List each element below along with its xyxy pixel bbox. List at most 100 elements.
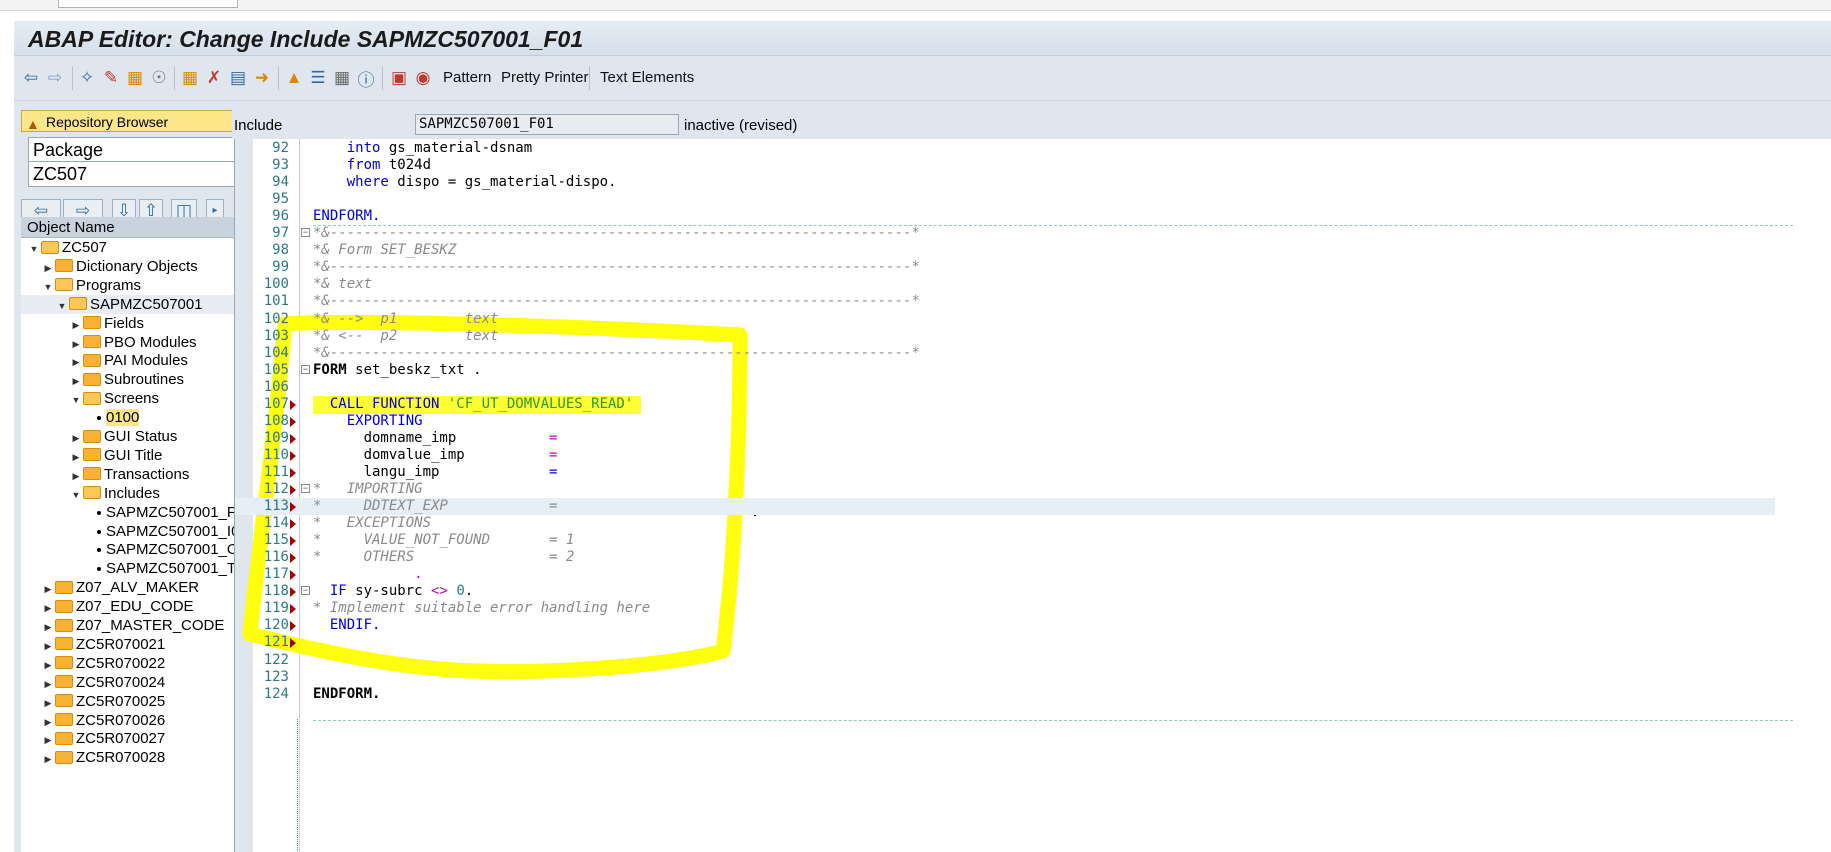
code-line[interactable]: 100 *& text xyxy=(235,276,1775,293)
structure-icon[interactable]: ☰ xyxy=(307,67,329,89)
session-breakpoint-icon[interactable]: ◉ xyxy=(412,67,434,89)
fold-toggle-icon[interactable]: − xyxy=(301,364,310,374)
breakpoint-marker-icon[interactable] xyxy=(290,450,296,461)
breakpoint-marker-icon[interactable] xyxy=(290,570,296,581)
tree-node[interactable]: ▶ Fields xyxy=(21,314,239,333)
tree-node[interactable]: ▼ SAPMZC507001 xyxy=(21,294,239,314)
breakpoint-marker-icon[interactable] xyxy=(290,621,296,632)
fold-toggle-icon[interactable]: − xyxy=(301,228,310,238)
display-object-list-icon[interactable]: ▦ xyxy=(331,67,353,89)
tree-node[interactable]: ▶ GUI Title xyxy=(21,446,239,465)
code-line[interactable]: 96 ENDFORM. xyxy=(235,208,1775,225)
code-line[interactable]: 122 xyxy=(235,652,1775,669)
code-line[interactable]: 119 * Implement suitable error handling h… xyxy=(235,600,1775,617)
object-type-select[interactable]: Package xyxy=(28,137,256,163)
code-line[interactable]: 124 ENDFORM. xyxy=(235,686,1775,703)
code-line[interactable]: 108 EXPORTING xyxy=(235,413,1775,430)
breakpoint-marker-icon[interactable] xyxy=(290,587,296,598)
tree-node[interactable]: ▶ ZC5R070027 xyxy=(21,729,239,748)
tree-node[interactable]: ▼ Programs xyxy=(21,276,239,295)
tree-node[interactable]: ▶ PAI Modules xyxy=(21,351,239,370)
code-line[interactable]: 106 xyxy=(235,379,1775,396)
object-list-icon[interactable]: ☉ xyxy=(148,67,170,89)
breakpoint-marker-icon[interactable] xyxy=(290,416,296,427)
code-line[interactable]: 107 CALL FUNCTION 'CF_UT_DOMVALUES_READ' xyxy=(235,396,1775,413)
fold-toggle-icon[interactable]: − xyxy=(301,586,310,596)
code-line[interactable]: 114 * EXCEPTIONS xyxy=(235,515,1775,532)
code-line[interactable]: 94 where dispo = gs_material-dispo. xyxy=(235,174,1775,191)
tree-node[interactable]: ▶ ZC5R070021 xyxy=(21,635,239,654)
tree-node[interactable]: 0100 xyxy=(21,408,239,427)
tree-node[interactable]: SAPMZC507001_F0 xyxy=(21,503,239,522)
code-line[interactable]: 112 − * IMPORTING xyxy=(235,481,1775,498)
test-icon[interactable]: ➜ xyxy=(251,67,273,89)
expand-arrow-icon[interactable]: ▶ xyxy=(41,750,55,769)
tree-node[interactable]: ▶ ZC5R070024 xyxy=(21,673,239,692)
display-change-icon[interactable]: ✎ xyxy=(100,67,122,89)
tree-node[interactable]: ▶ ZC5R070022 xyxy=(21,654,239,673)
code-line[interactable]: 115 * VALUE_NOT_FOUND = 1 xyxy=(235,532,1775,549)
pretty-printer-button[interactable]: Pretty Printer xyxy=(501,69,589,86)
code-line[interactable]: 120 ENDIF. xyxy=(235,617,1775,634)
code-line[interactable]: 117 . xyxy=(235,566,1775,583)
tree-node[interactable]: ▶ Z07_MASTER_CODE xyxy=(21,616,239,635)
active-inactive-icon[interactable]: ▦ xyxy=(124,67,146,89)
tree-node[interactable]: ▼ ZC507 xyxy=(21,238,239,257)
breakpoint-marker-icon[interactable] xyxy=(290,502,296,513)
tree-node[interactable]: ▶ Z07_ALV_MAKER xyxy=(21,578,239,597)
back-arrow-icon[interactable]: ⇦ xyxy=(20,67,42,89)
code-line[interactable]: 118 − IF sy-subrc <> 0. xyxy=(235,583,1775,600)
info-icon[interactable]: ⓘ xyxy=(355,67,377,90)
tree-node[interactable]: ▼ Screens xyxy=(21,389,239,408)
tree-node[interactable]: ▶ ZC5R070028 xyxy=(21,748,239,767)
tree-node[interactable]: ▶ ZC5R070026 xyxy=(21,711,239,730)
code-line[interactable]: 101 *&-----------------------------------… xyxy=(235,293,1775,310)
code-line[interactable]: 102 *& --> p1 text xyxy=(235,311,1775,328)
breakpoint-marker-icon[interactable] xyxy=(290,467,296,478)
code-line[interactable]: 95 xyxy=(235,191,1775,208)
tree-node[interactable]: SAPMZC507001_I0 xyxy=(21,522,239,541)
fold-toggle-icon[interactable]: − xyxy=(301,484,310,493)
hierarchy-icon[interactable]: ▲ xyxy=(283,67,305,89)
code-line[interactable]: 121 xyxy=(235,634,1775,651)
code-line[interactable]: 93 from t024d xyxy=(235,157,1775,174)
code-line[interactable]: 116 * OTHERS = 2 xyxy=(235,549,1775,566)
pattern-button[interactable]: Pattern xyxy=(443,69,491,86)
tree-node[interactable]: ▶ Subroutines xyxy=(21,370,239,389)
code-line[interactable]: 110 domvalue_imp = xyxy=(235,447,1775,464)
repository-browser-button[interactable]: ▲ Repository Browser xyxy=(21,110,257,132)
activate-icon[interactable]: ▤ xyxy=(227,67,249,89)
code-editor[interactable]: 92 into gs_material-dsnam 93 from t024d 94… xyxy=(234,139,1831,852)
code-line[interactable]: 111 langu_imp = xyxy=(235,464,1775,481)
breakpoint-marker-icon[interactable] xyxy=(290,536,296,547)
code-line[interactable]: 113 * DDTEXT_EXP = xyxy=(235,498,1775,516)
code-line[interactable]: 105 − FORM set_beskz_txt . xyxy=(235,362,1775,379)
breakpoint-marker-icon[interactable] xyxy=(290,638,296,649)
other-object-icon[interactable]: ✧ xyxy=(76,67,98,89)
code-line[interactable]: 104 *&-----------------------------------… xyxy=(235,345,1775,362)
tree-node[interactable]: ▶ Transactions xyxy=(21,465,239,484)
check-icon[interactable]: ✗ xyxy=(203,67,225,89)
breakpoint-marker-icon[interactable] xyxy=(290,433,296,444)
breakpoint-marker-icon[interactable] xyxy=(290,399,296,410)
code-line[interactable]: 92 into gs_material-dsnam xyxy=(235,140,1775,157)
tree-node[interactable]: ▶ Z07_EDU_CODE xyxy=(21,597,239,616)
code-line[interactable]: 109 domname_imp = xyxy=(235,430,1775,447)
text-elements-button[interactable]: Text Elements xyxy=(600,69,694,86)
tree-node[interactable]: SAPMZC507001_TC xyxy=(21,559,239,578)
breakpoint-icon[interactable]: ▣ xyxy=(388,67,410,89)
code-line[interactable]: 123 xyxy=(235,669,1775,686)
forward-arrow-icon[interactable]: ⇨ xyxy=(44,67,66,89)
tree-node[interactable]: ▶ ZC5R070025 xyxy=(21,692,239,711)
object-name-input[interactable]: ZC507 xyxy=(28,161,256,187)
tree-node[interactable]: ▶ GUI Status xyxy=(21,427,239,446)
tree-node[interactable]: ▼ Includes xyxy=(21,484,239,503)
tree-node[interactable]: ▶ PBO Modules xyxy=(21,333,239,352)
tree-node[interactable]: ▶ Dictionary Objects xyxy=(21,257,239,276)
code-line[interactable]: 98 *& Form SET_BESKZ xyxy=(235,242,1775,259)
code-line[interactable]: 97 − *&-----------------------------------… xyxy=(235,225,1775,242)
code-line[interactable]: 99 *&------------------------------------… xyxy=(235,259,1775,276)
breakpoint-marker-icon[interactable] xyxy=(290,553,296,564)
breakpoint-marker-icon[interactable] xyxy=(290,485,296,495)
tree-node[interactable]: SAPMZC507001_O( xyxy=(21,540,239,559)
